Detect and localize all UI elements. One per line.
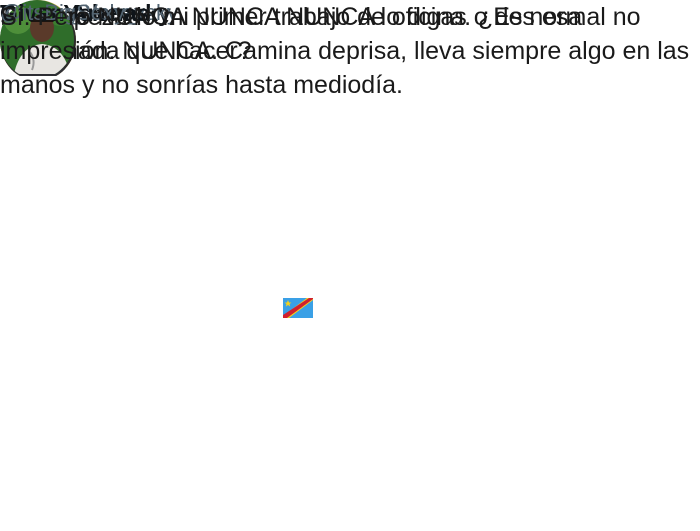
tweet-text: Sí. Pero NUNCA NUNCA NUNCA lo digas o de… <box>0 3 690 99</box>
dr-congo-flag-icon <box>283 298 313 318</box>
